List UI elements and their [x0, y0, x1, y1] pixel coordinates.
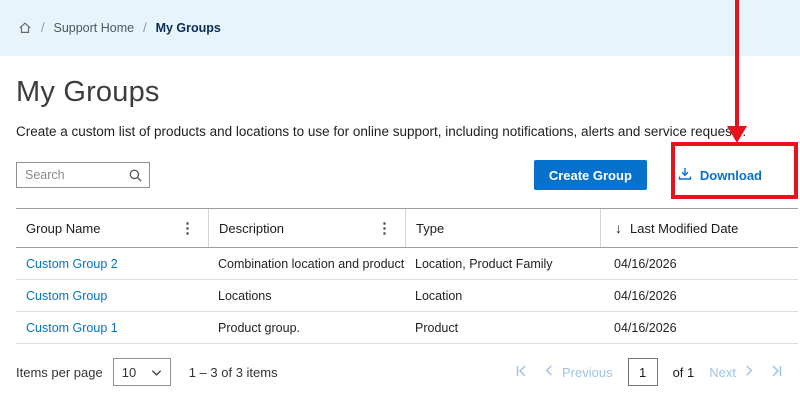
- download-icon: [677, 166, 693, 185]
- page-number-input[interactable]: [628, 358, 658, 386]
- create-group-button[interactable]: Create Group: [534, 160, 647, 190]
- page-description: Create a custom list of products and loc…: [16, 124, 784, 139]
- sort-descending-arrow-icon: ↓: [615, 220, 622, 236]
- column-header-type[interactable]: Type: [405, 209, 600, 247]
- kebab-menu-icon[interactable]: ⋮: [374, 219, 395, 238]
- items-per-page-label: Items per page: [16, 365, 103, 380]
- last-page-button[interactable]: [770, 364, 784, 381]
- previous-page-button[interactable]: Previous: [543, 364, 613, 380]
- breadcrumb-item-my-groups: My Groups: [156, 21, 221, 35]
- group-modified-date: 04/16/2026: [600, 321, 798, 335]
- group-description: Combination location and product ...: [208, 257, 405, 271]
- breadcrumb-separator: /: [41, 21, 44, 35]
- chevron-right-icon: [742, 364, 755, 380]
- column-label: Description: [219, 221, 284, 236]
- download-button[interactable]: Download: [677, 166, 762, 185]
- chevron-left-icon: [543, 364, 556, 380]
- group-modified-date: 04/16/2026: [600, 289, 798, 303]
- search-box: [16, 162, 150, 188]
- chevron-down-icon: [151, 365, 162, 380]
- search-icon[interactable]: [128, 168, 143, 188]
- page-count-text: of 1: [673, 365, 695, 380]
- table-row: Custom Group 1 Product group. Product 04…: [16, 312, 798, 344]
- groups-table: Group Name ⋮ Description ⋮ Type ↓ Last M…: [16, 208, 798, 344]
- items-per-page-select[interactable]: 10: [113, 358, 171, 386]
- breadcrumb-item-support-home[interactable]: Support Home: [53, 21, 134, 35]
- column-label: Group Name: [26, 221, 100, 236]
- column-label: Type: [416, 221, 444, 236]
- group-type: Location, Product Family: [405, 257, 600, 271]
- items-per-page-value: 10: [122, 365, 136, 380]
- toolbar: Create Group Download: [16, 159, 784, 191]
- home-icon[interactable]: [18, 21, 32, 35]
- group-description: Locations: [208, 289, 405, 303]
- group-name-link[interactable]: Custom Group 1: [16, 321, 208, 335]
- group-modified-date: 04/16/2026: [600, 257, 798, 271]
- next-page-button[interactable]: Next: [709, 364, 755, 380]
- pagination-controls: Previous of 1 Next: [514, 358, 784, 386]
- first-page-icon: [514, 364, 528, 381]
- table-footer: Items per page 10 1 – 3 of 3 items Previ…: [16, 358, 784, 386]
- kebab-menu-icon[interactable]: ⋮: [177, 219, 198, 238]
- items-range-text: 1 – 3 of 3 items: [189, 365, 278, 380]
- next-label: Next: [709, 365, 736, 380]
- group-type: Location: [405, 289, 600, 303]
- breadcrumb: / Support Home / My Groups: [0, 0, 800, 56]
- column-header-group-name[interactable]: Group Name ⋮: [16, 209, 208, 247]
- breadcrumb-separator: /: [143, 21, 146, 35]
- table-row: Custom Group 2 Combination location and …: [16, 248, 798, 280]
- group-name-link[interactable]: Custom Group 2: [16, 257, 208, 271]
- table-row: Custom Group Locations Location 04/16/20…: [16, 280, 798, 312]
- page-title: My Groups: [16, 76, 784, 109]
- group-name-link[interactable]: Custom Group: [16, 289, 208, 303]
- previous-label: Previous: [562, 365, 613, 380]
- column-header-last-modified[interactable]: ↓ Last Modified Date: [600, 209, 798, 247]
- column-header-description[interactable]: Description ⋮: [208, 209, 405, 247]
- download-label: Download: [700, 168, 762, 183]
- table-header-row: Group Name ⋮ Description ⋮ Type ↓ Last M…: [16, 208, 798, 248]
- group-type: Product: [405, 321, 600, 335]
- group-description: Product group.: [208, 321, 405, 335]
- first-page-button[interactable]: [514, 364, 528, 381]
- last-page-icon: [770, 364, 784, 381]
- column-label: Last Modified Date: [630, 221, 738, 236]
